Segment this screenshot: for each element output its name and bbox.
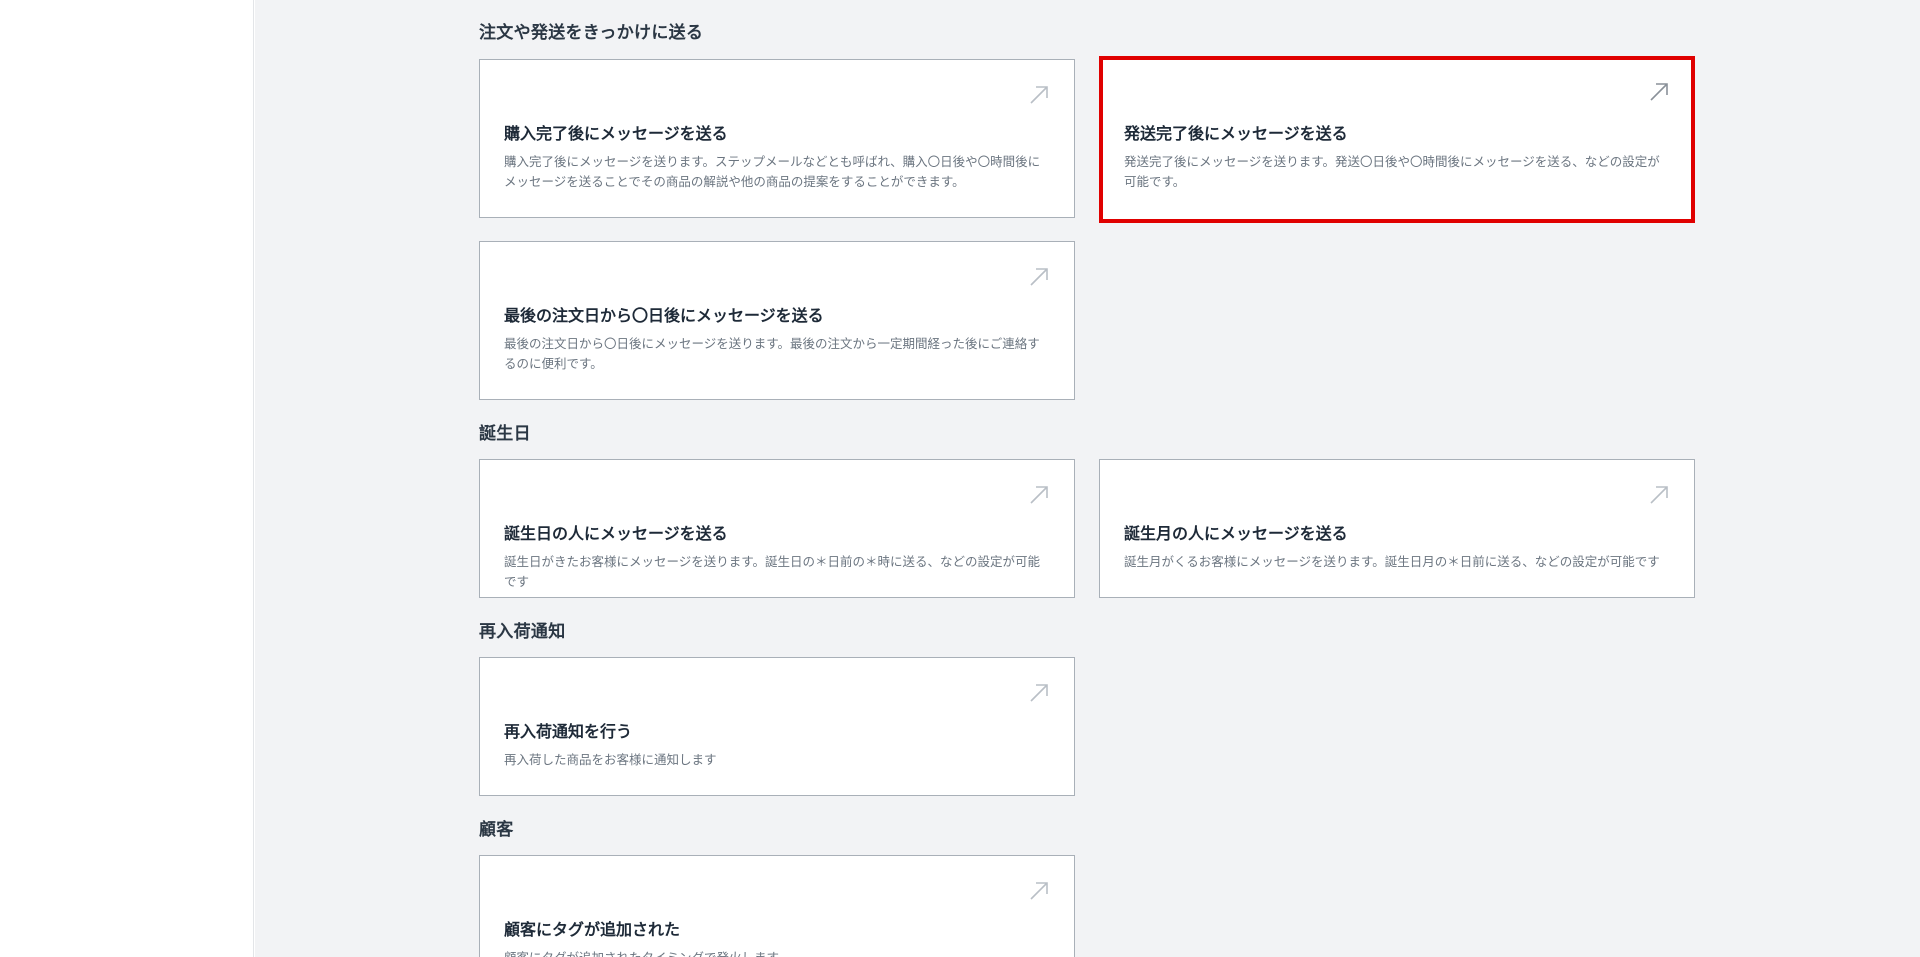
card-title: 最後の注文日から〇日後にメッセージを送る — [504, 306, 824, 325]
card-description: 購入完了後にメッセージを送ります。ステップメールなどとも呼ばれ、購入〇日後や〇時… — [504, 154, 1041, 189]
card-title: 誕生月の人にメッセージを送る — [1124, 524, 1348, 543]
arrow-up-right-icon — [1028, 682, 1050, 704]
sidebar — [0, 0, 254, 957]
card-description: 誕生日がきたお客様にメッセージを送ります。誕生日の＊日前の＊時に送る、などの設定… — [504, 554, 1041, 589]
main-content: 注文や発送をきっかけに送る 購入完了後にメッセージを送る 購入完了後にメッセージ… — [255, 0, 1920, 957]
card-after-purchase[interactable]: 購入完了後にメッセージを送る 購入完了後にメッセージを送ります。ステップメールな… — [479, 59, 1075, 218]
card-title: 顧客にタグが追加された — [504, 920, 681, 939]
card-description: 発送完了後にメッセージを送ります。発送〇日後や〇時間後にメッセージを送る、などの… — [1124, 154, 1660, 189]
card-description: 誕生月がくるお客様にメッセージを送ります。誕生日月の＊日前に送る、などの設定が可… — [1124, 554, 1660, 569]
card-birthday[interactable]: 誕生日の人にメッセージを送る 誕生日がきたお客様にメッセージを送ります。誕生日の… — [479, 459, 1075, 598]
card-description: 顧客にタグが追加されたタイミングで発火します — [504, 948, 1046, 957]
arrow-up-right-icon — [1648, 484, 1670, 506]
card-after-last-order[interactable]: 最後の注文日から〇日後にメッセージを送る 最後の注文日から〇日後にメッセージを送… — [479, 241, 1075, 400]
card-birth-month[interactable]: 誕生月の人にメッセージを送る 誕生月がくるお客様にメッセージを送ります。誕生日月… — [1099, 459, 1695, 598]
arrow-up-right-icon — [1028, 484, 1050, 506]
card-description: 最後の注文日から〇日後にメッセージを送ります。最後の注文から一定期間経った後にご… — [504, 336, 1040, 371]
card-title: 再入荷通知を行う — [504, 722, 633, 741]
card-title: 誕生日の人にメッセージを送る — [504, 524, 728, 543]
arrow-up-right-icon — [1028, 266, 1050, 288]
section-title-order-shipping: 注文や発送をきっかけに送る — [479, 23, 704, 43]
card-title: 購入完了後にメッセージを送る — [504, 124, 728, 143]
section-title-restock: 再入荷通知 — [479, 622, 566, 642]
arrow-up-right-icon — [1648, 81, 1670, 103]
card-customer-tag-added[interactable]: 顧客にタグが追加された 顧客にタグが追加されたタイミングで発火します — [479, 855, 1075, 957]
arrow-up-right-icon — [1028, 84, 1050, 106]
section-title-birthday: 誕生日 — [479, 424, 531, 444]
card-description: 再入荷した商品をお客様に通知します — [504, 752, 717, 767]
card-restock-notice[interactable]: 再入荷通知を行う 再入荷した商品をお客様に通知します — [479, 657, 1075, 796]
card-title: 発送完了後にメッセージを送る — [1124, 124, 1348, 143]
section-title-customer: 顧客 — [479, 820, 514, 840]
card-after-shipping[interactable]: 発送完了後にメッセージを送る 発送完了後にメッセージを送ります。発送〇日後や〇時… — [1099, 56, 1695, 223]
arrow-up-right-icon — [1028, 880, 1050, 902]
